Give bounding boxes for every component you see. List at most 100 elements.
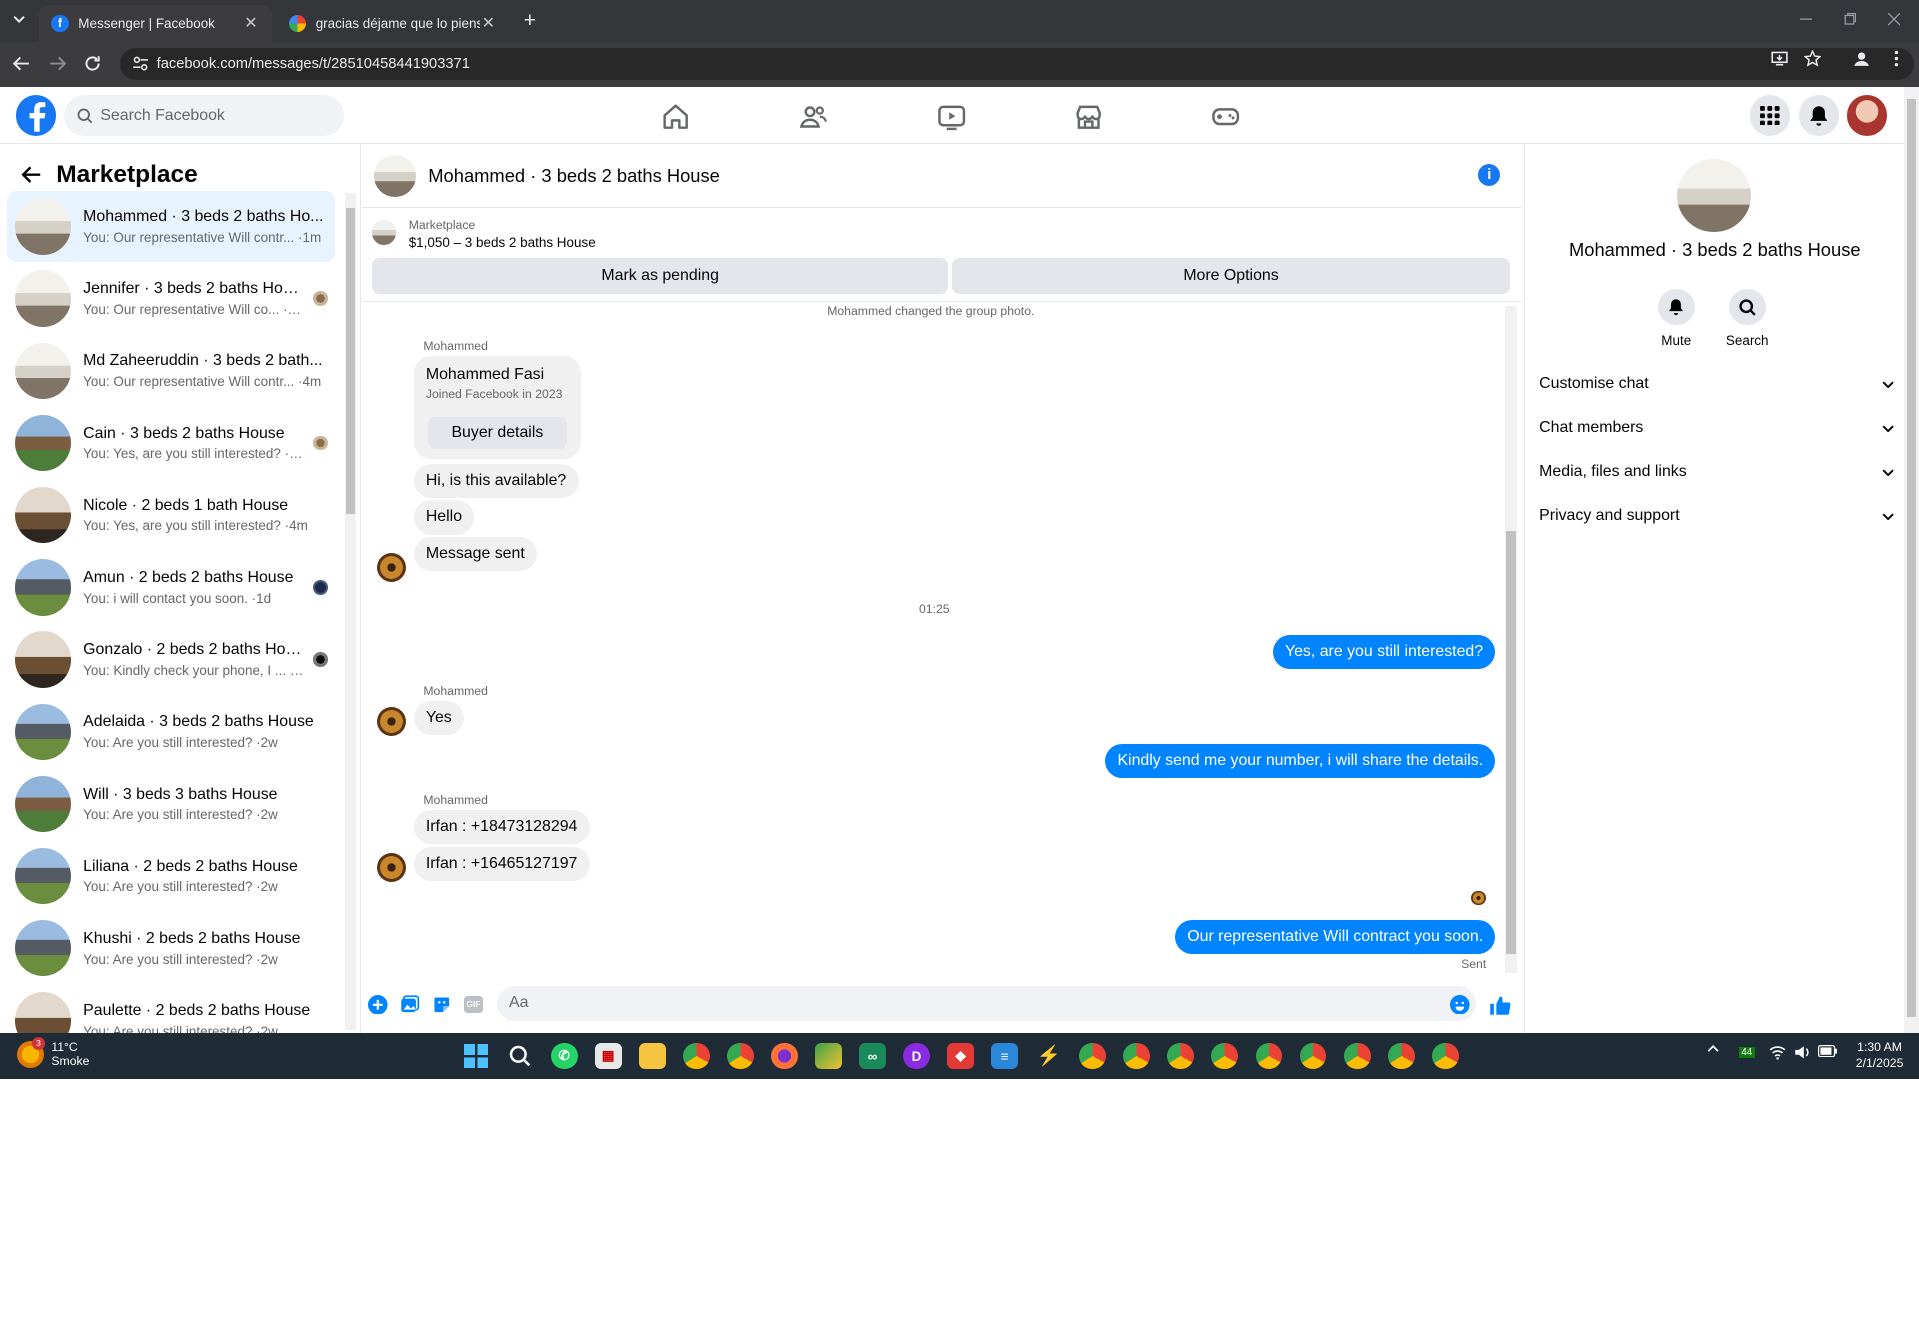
conversation-item[interactable]: Will · 3 beds 3 baths House You: Are you … <box>7 768 335 839</box>
friends-icon[interactable] <box>799 102 828 131</box>
conversation-item[interactable]: Adelaida · 3 beds 2 baths House You: Are … <box>7 696 335 767</box>
sender-avatar[interactable] <box>376 707 407 737</box>
more-options-button[interactable]: More Options <box>952 258 1511 294</box>
incoming-message[interactable]: Irfan : +18473128294 <box>413 809 590 845</box>
taskbar-search-icon[interactable] <box>507 1043 534 1070</box>
scrollbar-thumb[interactable] <box>1506 531 1517 955</box>
emoji-icon[interactable] <box>1448 992 1472 1016</box>
listing-summary[interactable]: Marketplace $1,050 – 3 beds 2 baths Hous… <box>371 215 1510 257</box>
chrome-profile-icon[interactable] <box>1079 1042 1107 1070</box>
taskbar-app-icon[interactable]: ▦ <box>594 1042 622 1070</box>
incoming-message[interactable]: Hello <box>413 500 475 535</box>
whatsapp-icon[interactable]: ✆ <box>550 1042 578 1070</box>
outgoing-message[interactable]: Kindly send me your number, i will share… <box>1105 743 1496 779</box>
windows-start-icon[interactable] <box>463 1043 490 1070</box>
sender-avatar[interactable] <box>376 852 407 883</box>
page-scrollbar[interactable] <box>1904 86 1919 1033</box>
browser-menu-icon[interactable] <box>1886 48 1908 70</box>
tray-chevron-up-icon[interactable] <box>1707 1045 1719 1052</box>
scrollbar-thumb[interactable] <box>346 208 355 514</box>
buyer-details-button[interactable]: Buyer details <box>428 417 567 449</box>
conversation-item[interactable]: Nicole · 2 beds 1 bath House You: Yes, ar… <box>7 480 335 551</box>
url-field[interactable]: facebook.com/messages/t/2851045844190337… <box>119 47 1914 80</box>
battery-icon[interactable] <box>1818 1045 1838 1058</box>
minimize-icon[interactable] <box>1794 7 1818 31</box>
scrollbar-thumb[interactable] <box>1906 99 1917 1017</box>
volume-icon[interactable] <box>1794 1045 1811 1060</box>
tab-messenger[interactable]: f Messenger | Facebook ✕ <box>39 4 272 42</box>
chrome-profile-icon[interactable] <box>1299 1042 1327 1070</box>
conversation-item[interactable]: Amun · 2 beds 2 baths House You: i will c… <box>7 552 335 623</box>
tab-search-icon[interactable] <box>7 7 31 31</box>
watch-icon[interactable] <box>937 102 966 131</box>
incoming-message[interactable]: Message sent <box>413 536 537 572</box>
close-window-icon[interactable] <box>1882 7 1906 31</box>
wifi-icon[interactable] <box>1769 1045 1786 1060</box>
home-icon[interactable] <box>661 102 690 131</box>
system-clock[interactable]: 1:30 AM 2/1/2025 <box>1845 1040 1914 1072</box>
tab-google[interactable]: gracias déjame que lo piense in ✕ <box>277 5 510 42</box>
back-arrow-icon[interactable] <box>17 160 46 189</box>
sender-avatar[interactable] <box>376 552 407 583</box>
conversation-item[interactable]: Md Zaheeruddin · 3 beds 2 bath... You: Ou… <box>7 335 335 406</box>
tray-app-badge[interactable]: 44 <box>1738 1047 1755 1059</box>
chrome-profile-icon[interactable] <box>1387 1042 1415 1070</box>
close-tab-icon[interactable]: ✕ <box>480 15 497 32</box>
conversation-list-scrollbar[interactable] <box>345 193 357 1031</box>
conversation-item[interactable]: Khushi · 2 beds 2 baths House You: Are yo… <box>7 913 335 984</box>
profile-icon[interactable] <box>1850 48 1872 70</box>
weather-widget[interactable]: 3 11°C Smoke <box>17 1037 89 1068</box>
incoming-message[interactable]: Yes <box>413 700 464 736</box>
back-arrow-icon[interactable] <box>11 53 33 75</box>
chat-scrollbar[interactable] <box>1505 305 1518 973</box>
chat-title[interactable]: Mohammed · 3 beds 2 baths House <box>428 165 720 187</box>
chat-members-section[interactable]: Chat members <box>1539 412 1894 444</box>
menu-grid-icon[interactable] <box>1749 95 1791 136</box>
conversation-item[interactable]: Liliana · 2 beds 2 baths House You: Are y… <box>7 841 335 912</box>
taskbar-app-icon[interactable]: D <box>903 1042 930 1070</box>
chrome-profile-icon[interactable] <box>1123 1042 1151 1070</box>
outgoing-message[interactable]: Yes, are you still interested? <box>1272 634 1496 670</box>
thumbs-up-icon[interactable] <box>1488 992 1512 1016</box>
conversation-item[interactable]: Cain · 3 beds 2 baths House You: Yes, are… <box>7 407 335 478</box>
anydesk-icon[interactable]: ◆ <box>947 1042 975 1070</box>
media-files-links-section[interactable]: Media, files and links <box>1539 456 1894 488</box>
install-app-icon[interactable] <box>1768 48 1790 70</box>
chat-avatar[interactable] <box>374 154 417 197</box>
taskbar-app-icon[interactable]: ∞ <box>859 1042 886 1070</box>
marketplace-icon[interactable] <box>1074 102 1103 131</box>
privacy-support-section[interactable]: Privacy and support <box>1539 500 1894 532</box>
reload-icon[interactable] <box>82 53 104 75</box>
notepad-icon[interactable]: ≡ <box>991 1042 1019 1070</box>
gaming-icon[interactable] <box>1211 102 1240 131</box>
customise-chat-section[interactable]: Customise chat <box>1539 368 1894 400</box>
chat-info-avatar[interactable] <box>1677 159 1751 233</box>
restore-icon[interactable] <box>1838 7 1862 31</box>
taskbar-app-icon[interactable] <box>814 1042 842 1070</box>
close-tab-icon[interactable]: ✕ <box>242 15 259 32</box>
search-in-chat-button[interactable]: Search <box>1711 288 1784 348</box>
chrome-profile-icon[interactable] <box>1167 1042 1195 1070</box>
chrome-icon[interactable] <box>682 1042 710 1070</box>
power-automate-icon[interactable]: ⚡ <box>1035 1043 1062 1070</box>
chrome-icon[interactable] <box>726 1042 754 1070</box>
conversation-item[interactable]: Jennifer · 3 beds 2 baths House You: Our … <box>7 263 335 334</box>
firefox-icon[interactable] <box>770 1042 798 1070</box>
chrome-profile-icon[interactable] <box>1255 1042 1283 1070</box>
chrome-profile-icon[interactable] <box>1431 1042 1459 1070</box>
incoming-message[interactable]: Hi, is this available? <box>413 463 579 498</box>
outgoing-message[interactable]: Our representative Will contract you soo… <box>1175 919 1496 955</box>
conversation-item[interactable]: Paulette · 2 beds 2 baths House You: Are … <box>7 985 335 1033</box>
message-input[interactable]: Aa <box>496 986 1476 1021</box>
conversation-item[interactable]: Gonzalo · 2 beds 2 baths House You: Kindl… <box>7 624 335 695</box>
new-tab-icon[interactable]: + <box>519 9 541 32</box>
gif-icon[interactable]: GIF <box>461 992 485 1016</box>
info-icon[interactable]: i <box>1478 163 1501 186</box>
mute-button[interactable]: Mute <box>1640 288 1713 348</box>
account-avatar[interactable] <box>1846 95 1887 136</box>
notifications-bell-icon[interactable] <box>1798 95 1840 136</box>
file-explorer-icon[interactable] <box>638 1042 666 1070</box>
photo-icon[interactable] <box>398 992 422 1016</box>
chrome-profile-icon[interactable] <box>1211 1042 1239 1070</box>
site-info-icon[interactable] <box>132 55 149 72</box>
